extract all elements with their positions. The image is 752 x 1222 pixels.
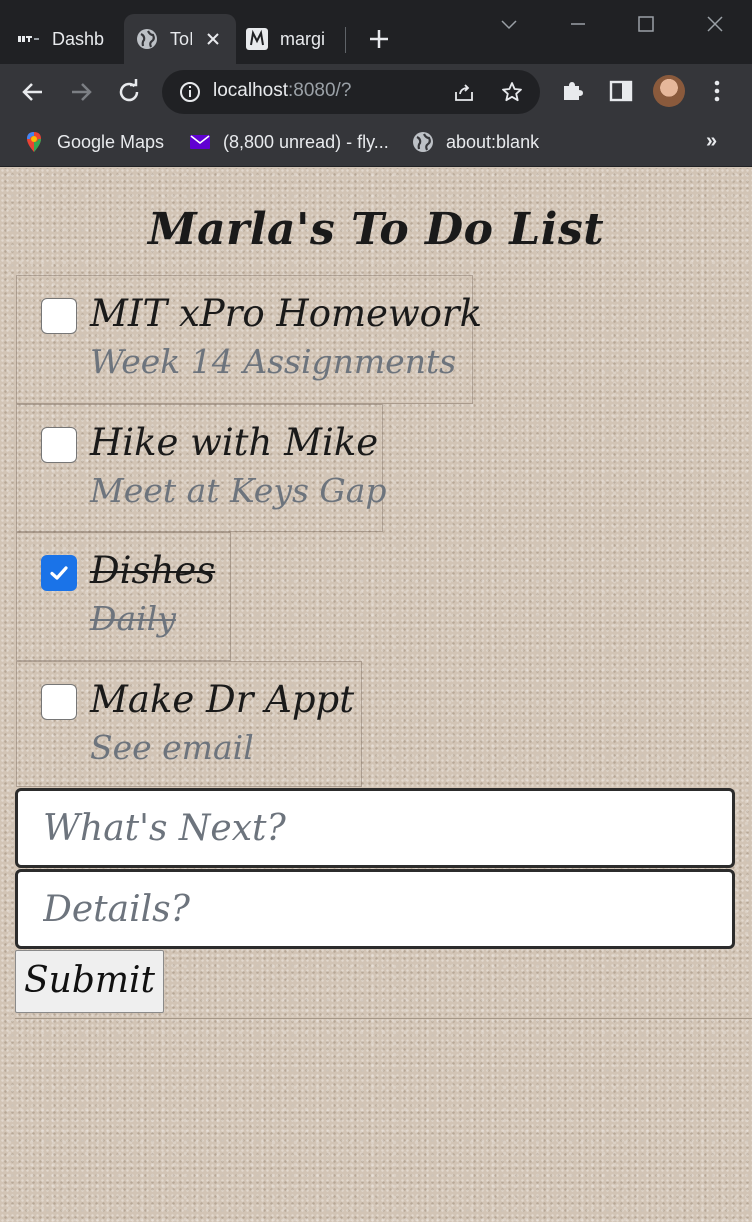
- submit-button[interactable]: Submit: [15, 950, 164, 1013]
- bookmarks-overflow-chevron[interactable]: »: [706, 130, 717, 153]
- url-port: :8080/?: [288, 80, 352, 101]
- bookmark-star-icon[interactable]: [500, 80, 524, 104]
- bookmark-label: Google Maps: [57, 131, 165, 152]
- todo-item[interactable]: Make Dr Appt See email: [16, 661, 362, 787]
- page-content: Marla's To Do List MIT xPro Homework Wee…: [0, 168, 752, 1222]
- todo-title: Dishes: [90, 549, 216, 592]
- globe-icon: [136, 28, 158, 50]
- bookmark-about-blank[interactable]: about:blank: [412, 128, 539, 156]
- google-maps-icon: [23, 131, 45, 153]
- menu-kebab-icon[interactable]: [705, 78, 729, 104]
- todo-detail: See email: [90, 728, 254, 767]
- new-todo-details-input[interactable]: [15, 869, 735, 949]
- bookmark-label: (8,800 unread) - fly...: [223, 131, 389, 152]
- page-title: Marla's To Do List: [147, 204, 605, 255]
- bookmarks-bar: Google Maps (8,800 unread) - fly... abou…: [0, 120, 752, 167]
- globe-icon: [412, 131, 434, 153]
- todo-checkbox[interactable]: [41, 427, 77, 463]
- todo-title: Hike with Mike: [90, 421, 379, 464]
- todo-checkbox[interactable]: [41, 555, 77, 591]
- close-tab-icon[interactable]: [202, 28, 224, 50]
- new-todo-title-input[interactable]: [15, 788, 735, 868]
- mit-logo-icon: [18, 28, 40, 50]
- minimize-icon[interactable]: [566, 12, 590, 36]
- back-arrow-icon[interactable]: [19, 78, 47, 106]
- tab-todo[interactable]: ToI: [124, 14, 236, 64]
- todo-detail: Daily: [90, 599, 176, 638]
- maximize-icon[interactable]: [634, 12, 658, 36]
- profile-avatar[interactable]: [653, 75, 685, 107]
- bookmark-google-maps[interactable]: Google Maps: [23, 128, 164, 156]
- todo-detail: Meet at Keys Gap: [90, 471, 387, 510]
- todo-title: MIT xPro Homework: [90, 292, 483, 335]
- todo-checkbox[interactable]: [41, 684, 77, 720]
- browser-toolbar: localhost:8080/?: [0, 64, 752, 120]
- m-logo-icon: [246, 28, 268, 50]
- bookmark-label: about:blank: [446, 131, 540, 152]
- share-icon[interactable]: [452, 80, 476, 104]
- todo-item[interactable]: Hike with Mike Meet at Keys Gap: [16, 404, 387, 532]
- site-info-icon[interactable]: [178, 80, 202, 104]
- forward-arrow-icon[interactable]: [67, 78, 95, 106]
- tab-title: margi: [280, 28, 326, 49]
- todo-title: Make Dr Appt: [90, 678, 355, 721]
- side-panel-icon[interactable]: [608, 78, 634, 104]
- address-bar[interactable]: localhost:8080/?: [162, 70, 540, 114]
- todo-checkbox[interactable]: [41, 298, 77, 334]
- new-tab-plus-icon[interactable]: [366, 26, 392, 52]
- tab-margin[interactable]: margi: [246, 14, 336, 64]
- tab-separator: [345, 27, 346, 53]
- todo-item[interactable]: MIT xPro Homework Week 14 Assignments: [16, 275, 482, 404]
- close-window-icon[interactable]: [703, 12, 727, 36]
- extensions-puzzle-icon[interactable]: [560, 78, 586, 104]
- todo-item[interactable]: Dishes Daily: [16, 532, 231, 661]
- yahoo-mail-icon: [189, 131, 211, 153]
- checkmark-icon: [50, 566, 68, 580]
- tab-title: ToI: [170, 28, 192, 49]
- bookmark-yahoo-mail[interactable]: (8,800 unread) - fly...: [189, 128, 389, 156]
- url-host: localhost: [213, 80, 288, 101]
- tab-search-chevron-icon[interactable]: [497, 12, 521, 36]
- tab-strip: Dashb ToI margi: [0, 0, 752, 64]
- reload-icon[interactable]: [115, 78, 143, 106]
- tab-dashboard[interactable]: Dashb: [18, 14, 118, 64]
- form-divider: [15, 1018, 752, 1019]
- todo-detail: Week 14 Assignments: [90, 342, 457, 381]
- tab-title: Dashb: [52, 28, 105, 49]
- url-text[interactable]: localhost:8080/?: [213, 80, 351, 102]
